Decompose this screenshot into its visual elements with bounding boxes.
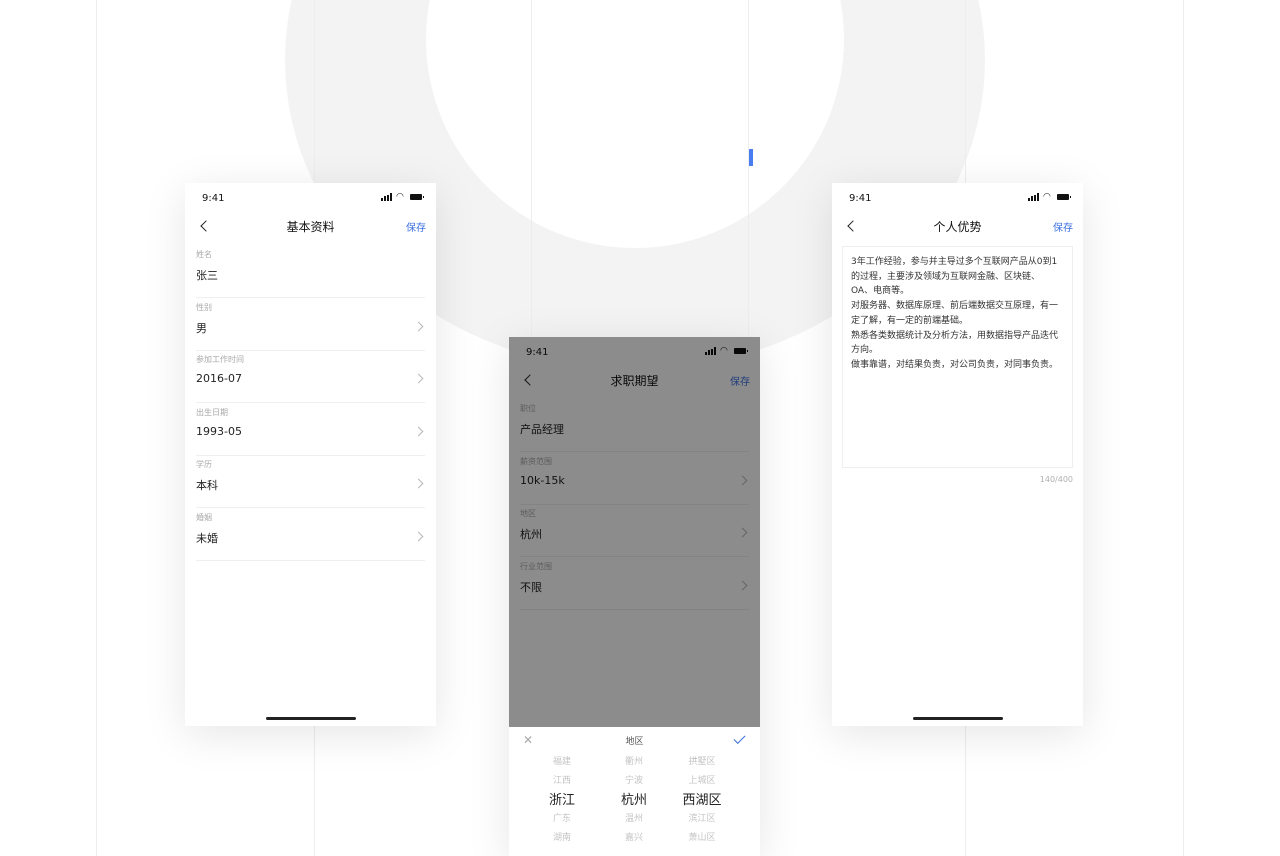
field-value: 未婚 (196, 531, 218, 545)
modal-overlay[interactable] (509, 337, 760, 727)
chevron-right-icon (413, 321, 424, 331)
picker-option-selected[interactable]: 西湖区 (667, 791, 737, 810)
field-label: 婚姻 (196, 512, 212, 522)
picker-option[interactable]: 萧山区 (667, 829, 737, 848)
chevron-right-icon (413, 426, 424, 436)
field-value: 张三 (196, 269, 218, 282)
wifi-icon: ◠ (396, 192, 404, 202)
signal-icon (381, 193, 392, 201)
chevron-right-icon (413, 531, 424, 541)
form-field-row[interactable]: 学历 本科 (196, 455, 425, 508)
field-label: 姓名 (196, 250, 212, 259)
picker-option[interactable]: 滨江区 (667, 810, 737, 829)
form-field-row[interactable]: 婚姻 未婚 (196, 508, 425, 561)
status-bar: 9:41 ◠ (185, 183, 436, 213)
text-line: 方向。 (851, 345, 879, 356)
status-time: 9:41 (849, 193, 872, 204)
background-line (96, 0, 97, 856)
picker-option-selected[interactable]: 浙江 (527, 791, 597, 810)
chevron-right-icon (413, 373, 424, 384)
picker-option[interactable]: 宁波 (599, 772, 669, 791)
page-title: 个人优势 (933, 220, 982, 234)
picker-option[interactable]: 温州 (599, 810, 669, 829)
home-indicator (912, 717, 1003, 720)
form-field-row[interactable]: 性别男 (196, 298, 425, 351)
text-line: 熟悉各类数据统计及分析方法，用数据指导产品迭代 (851, 330, 1059, 341)
background-line (1183, 0, 1184, 856)
battery-icon (410, 194, 424, 200)
chevron-right-icon (413, 478, 424, 489)
text-line: 对服务器、数据库原理、前后端数据交互原理，有一 (851, 301, 1059, 312)
save-button[interactable]: 保存 (1053, 219, 1073, 234)
char-counter: 140/400 (1039, 475, 1073, 484)
phone-personal-strengths: 9:41 ◠ 个人优势 保存 3年工作经验，参与并主导过多个互联网产品从0到1 的… (832, 183, 1083, 726)
battery-icon (1057, 194, 1071, 200)
field-label: 参加工作时间 (196, 355, 244, 364)
picker-option-selected[interactable]: 杭州 (599, 791, 669, 810)
region-picker-sheet: ✕ 地区 福建 江西 浙江 广东 湖南 衢州 宁波 杭州 温州 嘉兴 拱墅区 上城区 西湖区 滨江区萧… (509, 727, 760, 856)
picker-option[interactable]: 广东 (527, 810, 597, 829)
save-button[interactable]: 保存 (406, 219, 426, 234)
form-field-row[interactable]: 参加工作时间 2016-07 (196, 350, 425, 403)
nav-bar: 基本资料 保存 (185, 213, 436, 243)
phone-job-expectation: 9:41 ◠ 求职期望 保存 职位 产品经理 薪资范围 10k-15k 地区 杭州 行业范围… (509, 337, 760, 856)
form-field-row[interactable]: 出生日期 1993-05 (196, 403, 425, 456)
accent-mark (749, 149, 753, 166)
field-label: 学历 (196, 460, 212, 469)
picker-option[interactable]: 福建 (527, 753, 597, 772)
form-field-row[interactable]: 姓名 张三 (196, 245, 425, 298)
text-line: 3年工作经验，参与并主导过多个互联网产品从0到1 (851, 257, 1058, 267)
picker-option[interactable]: 拱墅区 (667, 753, 737, 772)
picker-column-city[interactable]: 衢州 宁波 杭州 温州 嘉兴 (599, 753, 669, 848)
picker-column-district[interactable]: 拱墅区 上城区 西湖区 滨江区 萧山区 (667, 753, 737, 848)
strengths-textarea[interactable]: 3年工作经验，参与并主导过多个互联网产品从0到1 的过程，主要涉及领域为互联网金融… (842, 246, 1073, 468)
field-value: 2016-07 (196, 372, 242, 385)
field-label: 性别 (196, 302, 212, 312)
text-line: 做事靠谱，对结果负责，对公司负责，对同事负责。 (851, 359, 1059, 370)
picker-title: 地区 (625, 737, 644, 747)
phone-basic-info: 9:41 ◠ 基本资料 保存 姓名张三性别男参加工作时间 2016-07 出生日期 1… (185, 183, 436, 726)
text-line: 定了解，有一定的前端基础。 (851, 315, 969, 326)
text-line: 的过程，主要涉及领域为互联网金融、区块链、 (851, 271, 1041, 282)
field-value: 本科 (196, 479, 218, 492)
field-label: 出生日期 (196, 407, 228, 417)
status-time: 9:41 (202, 193, 225, 204)
page-title: 基本资料 (286, 220, 335, 234)
field-value: 1993-05 (196, 424, 242, 438)
picker-option[interactable]: 上城区 (667, 772, 737, 791)
text-line: OA、电商等。 (851, 286, 910, 297)
nav-bar: 个人优势 保存 (832, 213, 1083, 243)
picker-option[interactable]: 衢州 (599, 753, 669, 772)
wifi-icon: ◠ (1043, 192, 1051, 202)
picker-option[interactable]: 湖南 (527, 829, 597, 848)
status-bar: 9:41 ◠ (832, 183, 1083, 213)
picker-option[interactable]: 江西 (527, 772, 597, 791)
home-indicator (265, 717, 356, 720)
picker-column-province[interactable]: 福建 江西 浙江 广东 湖南 (527, 753, 597, 848)
picker-option[interactable]: 嘉兴 (599, 829, 669, 848)
field-value: 男 (196, 321, 207, 335)
signal-icon (1028, 193, 1039, 201)
